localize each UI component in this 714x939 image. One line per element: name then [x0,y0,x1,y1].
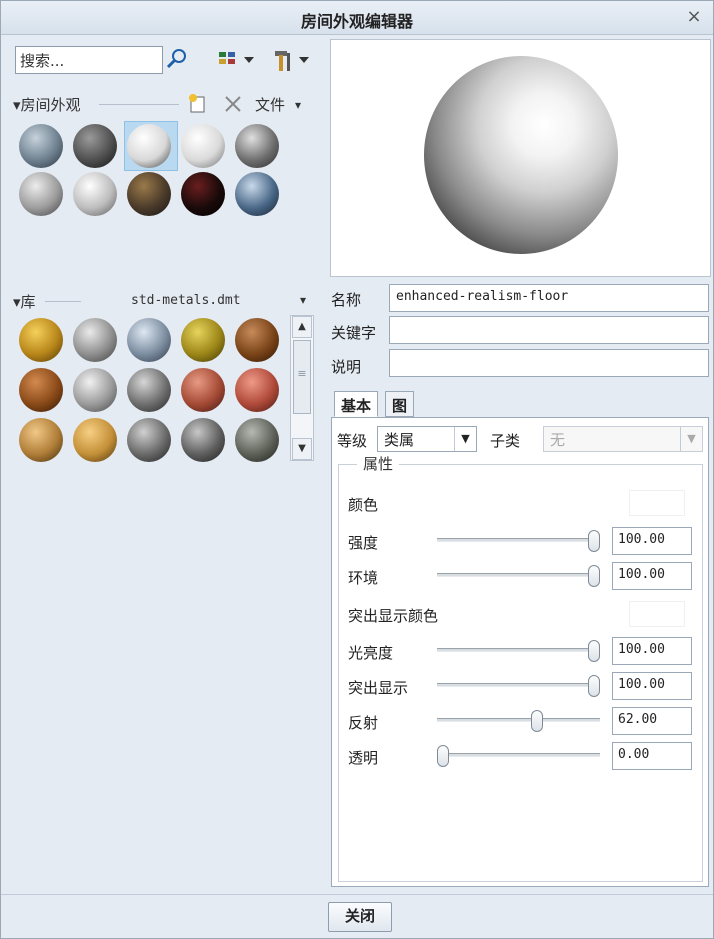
description-field[interactable] [389,349,709,377]
appearance-swatch[interactable] [127,124,171,168]
name-label: 名称 [331,291,362,309]
chevron-down-icon: ▾ [295,97,302,112]
appearance-swatch[interactable] [73,172,117,216]
appearance-editor-window: 房间外观编辑器 × 搜索... ▾房间外观 文件 ▾ ▾库 std-metals… [0,0,714,939]
library-swatch[interactable] [127,318,171,362]
grade-label: 等级 [337,432,368,450]
highlight-color-label: 突出显示颜色 [348,607,439,625]
chevron-down-icon: ▼ [454,427,476,451]
intensity-input[interactable]: 100.00 [612,527,692,555]
appearance-swatch[interactable] [181,124,225,168]
reflection-slider-track[interactable] [437,718,600,722]
view-options-icon[interactable] [217,47,257,73]
library-swatch[interactable] [181,368,225,412]
library-scrollbar[interactable]: ▲ ≡ ▼ [290,315,314,461]
reflection-label: 反射 [348,714,379,732]
library-swatch[interactable] [235,368,279,412]
highlight-slider-track[interactable] [437,683,600,687]
library-swatch[interactable] [19,318,63,362]
close-icon[interactable]: × [683,6,705,28]
keyword-label: 关键字 [331,324,377,342]
grip-icon: ≡ [297,367,307,380]
scroll-thumb[interactable]: ≡ [293,340,311,414]
chevron-down-icon: ▼ [680,427,702,451]
tab-map[interactable]: 图 [385,391,415,417]
subclass-label: 子类 [490,432,521,450]
ambient-slider-thumb[interactable] [588,565,600,587]
appearance-swatch[interactable] [235,172,279,216]
library-dropdown-icon[interactable]: ▾ [300,293,306,307]
highlight-slider-thumb[interactable] [588,675,600,697]
subclass-select-value: 无 [550,431,566,449]
shininess-slider-track[interactable] [437,648,600,652]
footer-divider [1,894,713,895]
intensity-label: 强度 [348,534,379,552]
close-button[interactable]: 关闭 [328,902,392,932]
ambient-input[interactable]: 100.00 [612,562,692,590]
transparency-slider-thumb[interactable] [437,745,449,767]
library-swatch[interactable] [127,368,171,412]
scroll-up-button[interactable]: ▲ [292,316,312,338]
library-header[interactable]: ▾库 [13,291,36,312]
file-menu-label: 文件 [255,96,286,114]
reflection-input[interactable]: 62.00 [612,707,692,735]
shininess-label: 光亮度 [348,644,394,662]
search-input[interactable]: 搜索... [15,46,163,74]
grade-select[interactable]: 类属 ▼ [377,426,477,452]
section-divider [45,301,81,302]
library-swatch[interactable] [181,318,225,362]
keyword-field[interactable] [389,316,709,344]
delete-icon[interactable] [223,94,243,114]
tab-basic[interactable]: 基本 [334,391,379,417]
library-swatch[interactable] [235,318,279,362]
scroll-down-button[interactable]: ▼ [292,438,312,460]
appearance-swatch[interactable] [127,172,171,216]
section-divider [99,104,179,105]
highlight-color-swatch[interactable] [629,601,685,627]
room-appearance-header[interactable]: ▾房间外观 [13,94,81,115]
highlight-label: 突出显示 [348,679,409,697]
appearance-swatch[interactable] [19,124,63,168]
shininess-input[interactable]: 100.00 [612,637,692,665]
appearance-swatch[interactable] [73,124,117,168]
transparency-label: 透明 [348,749,379,767]
title-bar: 房间外观编辑器 × [1,1,713,35]
library-swatch[interactable] [127,418,171,462]
library-swatch[interactable] [73,368,117,412]
search-icon[interactable] [165,47,189,71]
reflection-slider-thumb[interactable] [530,710,543,732]
library-swatch[interactable] [235,418,279,462]
new-appearance-icon[interactable] [187,93,209,115]
intensity-slider-thumb[interactable] [588,530,600,552]
shininess-slider-thumb[interactable] [588,640,600,662]
preview-sphere [424,56,618,254]
library-swatch[interactable] [181,418,225,462]
ambient-label: 环境 [348,569,379,587]
properties-title: 属性 [357,453,400,474]
grade-select-value: 类属 [384,431,415,449]
appearance-preview [330,39,711,277]
ambient-slider-track[interactable] [437,573,600,577]
highlight-input[interactable]: 100.00 [612,672,692,700]
transparency-input[interactable]: 0.00 [612,742,692,770]
library-swatch[interactable] [73,418,117,462]
description-label: 说明 [331,358,362,376]
color-swatch[interactable] [629,490,685,516]
file-menu[interactable]: 文件 ▾ [255,94,301,115]
library-file-name[interactable]: std-metals.dmt [131,293,241,308]
library-swatch[interactable] [73,318,117,362]
library-swatch[interactable] [19,368,63,412]
intensity-slider-track[interactable] [437,538,600,542]
name-field[interactable]: enhanced-realism-floor [389,284,709,312]
subclass-select[interactable]: 无 ▼ [543,426,703,452]
color-label: 颜色 [348,496,379,514]
appearance-swatch[interactable] [235,124,279,168]
window-title: 房间外观编辑器 [300,12,413,31]
appearance-swatch[interactable] [181,172,225,216]
transparency-slider-track[interactable] [437,753,600,757]
appearance-swatch[interactable] [19,172,63,216]
tools-icon[interactable] [271,47,311,73]
library-swatch[interactable] [19,418,63,462]
